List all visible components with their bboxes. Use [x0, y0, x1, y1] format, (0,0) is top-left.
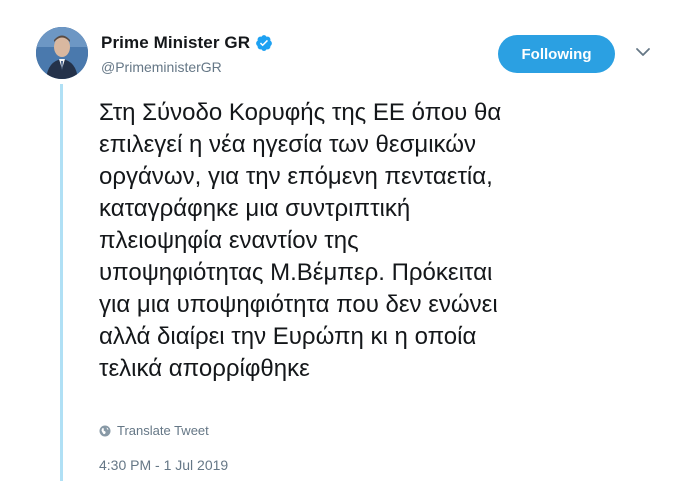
handle[interactable]: @PrimeministerGR [101, 59, 273, 75]
translate-tweet-label: Translate Tweet [117, 423, 209, 438]
tweet-text-line: υποψηφιότητας Μ.Βέμπερ. Πρόκειται [99, 259, 493, 286]
tweet-text-line: Στη Σύνοδο Κορυφής της ΕΕ όπου θα [99, 99, 502, 126]
chevron-down-icon[interactable] [634, 45, 652, 59]
tweet-text-line: τελικά απορρίφθηκε [99, 355, 310, 382]
display-name[interactable]: Prime Minister GR [101, 33, 250, 53]
thread-line [60, 84, 63, 481]
author-block: Prime Minister GR @PrimeministerGR [101, 33, 273, 75]
translate-tweet-link[interactable]: Translate Tweet [99, 423, 209, 438]
tweet-text-line: για μια υποψηφιότητα που δεν ενώνει [99, 291, 498, 318]
following-button[interactable]: Following [498, 35, 615, 73]
verified-badge-icon [255, 34, 273, 52]
tweet-text-line: οργάνων, για την επόμενη πενταετία, [99, 163, 493, 190]
timestamp[interactable]: 4:30 PM - 1 Jul 2019 [99, 457, 228, 473]
tweet-text-line: πλειοψηφία εναντίον της [99, 227, 359, 254]
tweet-card: Prime Minister GR @PrimeministerGR Follo… [0, 0, 691, 481]
display-name-row: Prime Minister GR [101, 33, 273, 53]
avatar[interactable] [36, 27, 88, 79]
tweet-text: Στη Σύνοδο Κορυφής της ΕΕ όπου θα επιλεγ… [99, 97, 659, 385]
globe-icon [99, 425, 111, 437]
tweet-text-line: καταγράφηκε μια συντριπτική [99, 195, 411, 222]
tweet-text-line: επιλεγεί η νέα ηγεσία των θεσμικών [99, 131, 476, 158]
tweet-text-line: αλλά διαίρει την Ευρώπη κι η οποία [99, 323, 477, 350]
